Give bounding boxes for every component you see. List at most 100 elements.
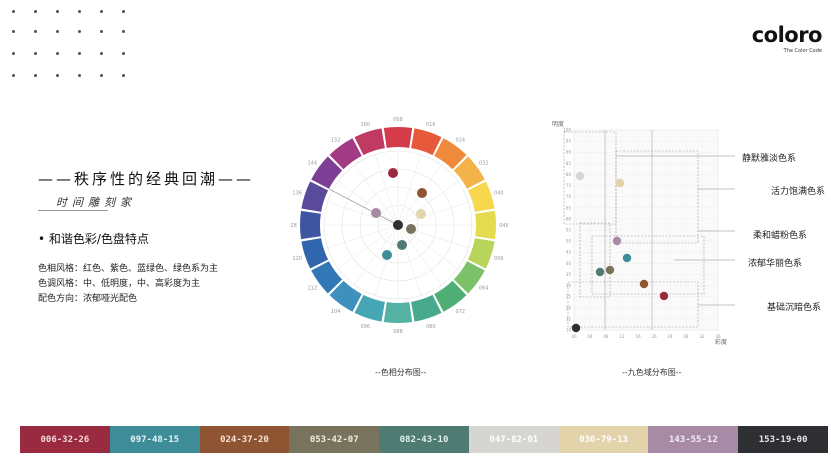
x-tick-label: 12 (619, 334, 625, 339)
y-tick-label: 25 (566, 294, 572, 299)
swatch-0: 006-32-26 (20, 426, 110, 453)
value-chroma-dot (639, 279, 649, 289)
hue-ring-label: 064 (479, 285, 489, 291)
hue-ring-label: 008 (393, 117, 403, 123)
hue-segment (300, 210, 321, 240)
hue-dot (417, 188, 427, 198)
hue-ring-label: 024 (456, 137, 466, 143)
swatch-code: 006-32-26 (40, 434, 90, 445)
hue-ring-label: 112 (307, 285, 317, 291)
hue-ring-label: 088 (393, 329, 403, 335)
hue-dot (406, 224, 416, 234)
region-label-vibrant-full: 活力饱满色系 (771, 187, 826, 197)
hue-ring-label: 040 (494, 190, 504, 196)
y-tick-label: 85 (566, 161, 572, 166)
y-tick-label: 55 (566, 228, 572, 233)
y-tick-label: 50 (566, 239, 572, 244)
y-tick-label: 90 (566, 150, 572, 155)
region-label-rich-gorgeous: 浓郁华丽色系 (748, 259, 803, 269)
x-tick-label: 16 (635, 334, 641, 339)
hue-ring-label: 144 (307, 161, 317, 167)
swatch-2: 024-37-20 (199, 426, 290, 453)
subtitle-underline (38, 210, 108, 211)
hue-dot (393, 220, 403, 230)
hue-dot (371, 208, 381, 218)
hue-dot (388, 168, 398, 178)
swatch-code: 047-82-01 (489, 434, 539, 445)
y-tick-label: 45 (566, 250, 572, 255)
x-tick-label: 08 (603, 334, 609, 339)
swatch-code: 053-42-07 (309, 434, 359, 445)
hue-dot (397, 240, 407, 250)
page-subtitle: 时间雕刻家 (56, 196, 136, 209)
hue-wheel-chart: 008 016 024 032 040 048 056 064 072 080 088 096 104 1… (290, 117, 508, 335)
region-label-soft-pastel: 柔和蜡粉色系 (753, 231, 808, 241)
y-axis-title: 明度 (552, 120, 564, 128)
swatch-code: 082-43-10 (399, 434, 449, 445)
swatch-code: 024-37-20 (220, 434, 269, 445)
hue-dot (416, 209, 426, 219)
value-chroma-dot (571, 323, 581, 333)
page-title: ——秩序性的经典回潮—— (38, 170, 255, 188)
x-tick-label: 04 (587, 334, 593, 339)
hue-ring-label: 016 (426, 122, 436, 128)
hue-ring-label: 120 (292, 256, 302, 262)
section-heading: • 和谐色彩/色盘特点 (38, 232, 149, 246)
value-chroma-dot (595, 267, 605, 277)
swatch-8: 153-19-00 (738, 426, 829, 453)
swatch-5: 047-82-01 (468, 426, 559, 453)
grid-spoke (374, 224, 399, 296)
hue-segment (383, 126, 413, 148)
swatch-1: 097-48-15 (109, 426, 200, 453)
y-tick-label: 15 (566, 316, 572, 321)
value-chroma-dot (612, 236, 622, 246)
logo-wordmark: coloro (751, 23, 823, 47)
grid-spoke (397, 224, 422, 296)
property-hue-style: 色相风格：红色、紫色、蓝绿色、绿色系为主 (38, 264, 219, 274)
logo-tagline: The Color Code (783, 48, 822, 54)
y-tick-label: 60 (566, 216, 572, 221)
x-tick-label: 32 (699, 334, 705, 339)
hue-ring-label: 104 (331, 309, 341, 315)
x-axis-title: 彩度 (715, 338, 727, 346)
value-chroma-dot (659, 291, 669, 301)
hue-ring-label: 160 (360, 122, 370, 128)
hue-wheel-caption: --色相分布图-- (375, 368, 427, 377)
hue-ring-label: 032 (479, 161, 489, 167)
x-tick-label: 24 (667, 334, 673, 339)
swatch-4: 082-43-10 (379, 426, 469, 453)
value-chroma-dot (575, 171, 585, 181)
region-label-quiet-elegant: 静默雅淡色系 (742, 154, 797, 164)
region-label-basic-dark: 基础沉暗色系 (767, 303, 822, 313)
swatch-7: 143-55-12 (648, 426, 739, 453)
swatch-code: 143-55-12 (668, 434, 718, 445)
grid-spoke (327, 224, 399, 249)
x-tick-label: 20 (651, 334, 657, 339)
dot-grid-decoration (12, 10, 132, 80)
y-tick-label: 40 (566, 261, 572, 266)
x-tick-label: 28 (683, 334, 689, 339)
y-tick-label: 95 (566, 139, 572, 144)
hue-ring-label: 072 (456, 309, 466, 315)
y-tick-label: 20 (566, 305, 572, 310)
y-tick-label: 70 (566, 194, 572, 199)
hue-segment (383, 302, 413, 323)
hue-ring-label: 080 (426, 324, 436, 330)
properties-list: 色相风格：红色、紫色、蓝绿色、绿色系为主 色调风格：中、低明度，中、高彩度为主 … (38, 262, 218, 307)
y-tick-label: 10 (566, 328, 572, 333)
coloro-logo: coloro The Color Code (750, 23, 823, 54)
hue-segment (475, 210, 496, 240)
property-color-direction: 配色方向：浓郁哑光配色 (38, 294, 138, 304)
value-chroma-chart: 明度 彩度 1009590858075706560555045403530252… (552, 120, 735, 346)
color-swatch-bar: 006-32-26 097-48-15 024-37-20 053-42-07 … (20, 426, 829, 453)
hue-ring-label: 056 (494, 256, 504, 262)
swatch-code: 097-48-15 (130, 434, 180, 445)
swatch-3: 053-42-07 (289, 426, 380, 453)
y-tick-label: 35 (566, 272, 572, 277)
hue-ring-label: 048 (499, 223, 508, 229)
pointer-line (328, 188, 399, 226)
y-tick-label: 80 (566, 172, 572, 177)
hue-ring-label: 152 (331, 137, 341, 143)
hue-ring-label: 136 (292, 190, 302, 196)
x-tick-label: 00 (571, 334, 577, 339)
